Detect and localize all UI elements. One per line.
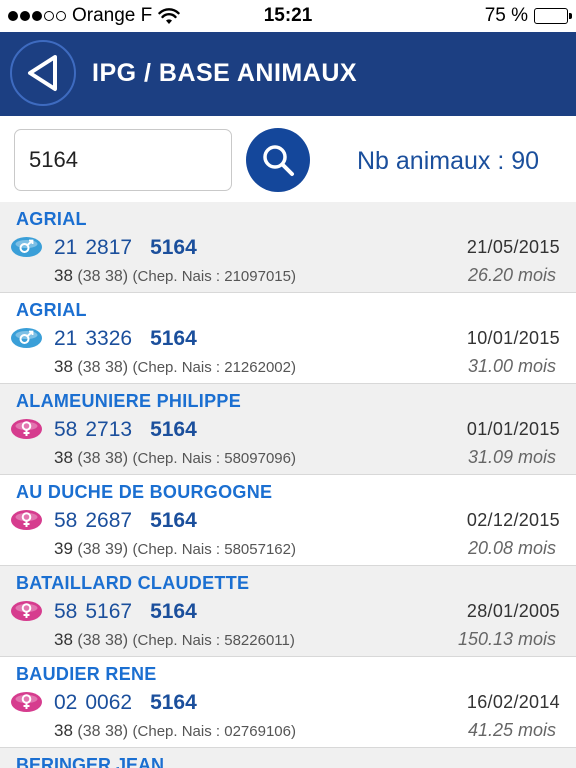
- birth-date: 21/05/2015: [466, 237, 560, 257]
- animal-number: 21 3326 5164: [54, 327, 197, 351]
- animal-detail: 38 (38 38) (Chep. Nais : 21097015): [54, 266, 296, 286]
- navigation-bar: IPG / BASE ANIMAUX: [0, 32, 576, 116]
- animal-age: 150.13 mois: [457, 629, 556, 649]
- search-icon: [263, 145, 294, 176]
- owner-name: BAUDIER RENE: [16, 664, 157, 684]
- animal-detail: 39 (38 39) (Chep. Nais : 58057162): [54, 539, 296, 559]
- number-middle: 2713: [85, 418, 133, 441]
- breed-code: 38: [54, 357, 73, 376]
- birth-farm: (Chep. Nais : 02769106): [132, 723, 296, 740]
- animal-age: 41.25 mois: [467, 720, 556, 740]
- animal-count: Nb animaux : 90: [357, 147, 540, 175]
- birth-farm: (Chep. Nais : 58057162): [132, 541, 296, 558]
- animal-age: 20.08 mois: [467, 538, 556, 558]
- breed-pair: (38 38): [77, 450, 129, 467]
- number-key: 5164: [150, 418, 197, 441]
- search-bar: Nb animaux : 90: [0, 116, 576, 202]
- breed-code: 38: [54, 721, 73, 740]
- female-symbol-icon: [10, 691, 43, 713]
- number-prefix: 21: [54, 327, 78, 350]
- birth-farm: (Chep. Nais : 58226011): [132, 632, 295, 649]
- owner-name: BERINGER JEAN: [16, 755, 165, 768]
- number-key: 5164: [150, 236, 197, 259]
- animal-number: 02 0062 5164: [54, 691, 197, 715]
- male-symbol-icon: [10, 236, 43, 258]
- list-item[interactable]: AGRIAL 21 2817 5164 21/05/2015 38 (38 38) (Ch…: [0, 202, 576, 293]
- animal-number: 58 2713 5164: [54, 418, 197, 442]
- animal-age: 31.00 mois: [467, 356, 556, 376]
- list-item[interactable]: AU DUCHE DE BOURGOGNE 58 2687 5164 02/12/201…: [0, 475, 576, 566]
- breed-code: 38: [54, 448, 73, 467]
- number-prefix: 02: [54, 691, 78, 714]
- number-key: 5164: [150, 691, 197, 714]
- breed-code: 38: [54, 630, 73, 649]
- search-input[interactable]: [14, 129, 232, 191]
- number-middle: 2817: [85, 236, 133, 259]
- owner-name: BATAILLARD CLAUDETTE: [16, 573, 250, 593]
- animal-list: AGRIAL 21 2817 5164 21/05/2015 38 (38 38) (Ch…: [0, 202, 576, 748]
- back-arrow-icon: [28, 55, 57, 91]
- birth-farm: (Chep. Nais : 58097096): [132, 450, 296, 467]
- number-middle: 2687: [85, 509, 133, 532]
- animal-age: 26.20 mois: [467, 265, 556, 285]
- owner-name: ALAMEUNIERE PHILIPPE: [16, 391, 242, 411]
- list-item[interactable]: ALAMEUNIERE PHILIPPE 58 2713 5164 01/01/2015…: [0, 384, 576, 475]
- birth-date: 02/12/2015: [466, 510, 560, 530]
- search-button[interactable]: [246, 128, 310, 192]
- animal-number: 58 5167 5164: [54, 600, 197, 624]
- birth-date: 10/01/2015: [466, 328, 560, 348]
- number-prefix: 58: [54, 418, 78, 441]
- battery-percent: 75 %: [484, 5, 528, 26]
- breed-pair: (38 38): [77, 268, 129, 285]
- animal-number: 21 2817 5164: [54, 236, 197, 260]
- birth-date: 28/01/2005: [466, 601, 560, 621]
- animal-number: 58 2687 5164: [54, 509, 197, 533]
- number-prefix: 58: [54, 600, 78, 623]
- female-symbol-icon: [10, 418, 43, 440]
- breed-code: 38: [54, 266, 73, 285]
- breed-code: 39: [54, 539, 73, 558]
- number-key: 5164: [150, 327, 197, 350]
- animal-age: 31.09 mois: [467, 447, 556, 467]
- list-item-partial[interactable]: BERINGER JEAN: [0, 748, 576, 768]
- number-key: 5164: [150, 509, 197, 532]
- breed-pair: (38 38): [77, 723, 129, 740]
- number-prefix: 21: [54, 236, 78, 259]
- list-item[interactable]: BATAILLARD CLAUDETTE 58 5167 5164 28/01/2005…: [0, 566, 576, 657]
- birth-date: 01/01/2015: [466, 419, 560, 439]
- number-prefix: 58: [54, 509, 78, 532]
- birth-farm: (Chep. Nais : 21097015): [132, 268, 296, 285]
- owner-name: AU DUCHE DE BOURGOGNE: [16, 482, 273, 502]
- page-title: IPG / BASE ANIMAUX: [92, 59, 358, 87]
- number-middle: 0062: [85, 691, 133, 714]
- list-item[interactable]: BAUDIER RENE 02 0062 5164 16/02/2014 38 (38 3…: [0, 657, 576, 748]
- status-bar: Orange F 15:21 75 %: [0, 0, 576, 32]
- number-middle: 3326: [85, 327, 133, 350]
- breed-pair: (38 38): [77, 359, 129, 376]
- status-right: 75 %: [484, 5, 572, 27]
- list-item[interactable]: AGRIAL 21 3326 5164 10/01/2015 38 (38 38) (Ch…: [0, 293, 576, 384]
- female-symbol-icon: [10, 600, 43, 622]
- animal-detail: 38 (38 38) (Chep. Nais : 58097096): [54, 448, 296, 468]
- breed-pair: (38 39): [77, 541, 129, 558]
- app-screen: Orange F 15:21 75 % IPG / BASE ANIMAUX 5…: [0, 0, 576, 768]
- back-button[interactable]: [10, 40, 76, 106]
- owner-name: AGRIAL: [16, 300, 87, 320]
- number-key: 5164: [150, 600, 197, 623]
- number-middle: 5167: [85, 600, 133, 623]
- breed-pair: (38 38): [77, 632, 129, 649]
- animal-detail: 38 (38 38) (Chep. Nais : 21262002): [54, 357, 296, 377]
- male-symbol-icon: [10, 327, 43, 349]
- animal-detail: 38 (38 38) (Chep. Nais : 58226011): [54, 630, 295, 650]
- female-symbol-icon: [10, 509, 43, 531]
- animal-detail: 38 (38 38) (Chep. Nais : 02769106): [54, 721, 296, 741]
- birth-farm: (Chep. Nais : 21262002): [132, 359, 296, 376]
- birth-date: 16/02/2014: [466, 692, 560, 712]
- owner-name: AGRIAL: [16, 209, 87, 229]
- battery-icon: [534, 8, 572, 24]
